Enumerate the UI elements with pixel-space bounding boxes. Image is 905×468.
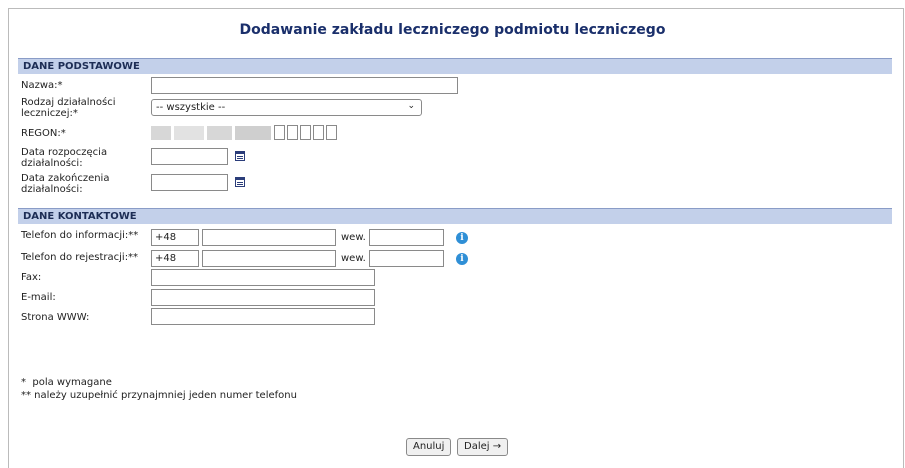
phone-required-note: ** należy uzupełnić przynajmniej jeden n… xyxy=(21,390,297,401)
activity-label-line1: Rodzaj działalności xyxy=(21,97,116,108)
end-date-label-line2: działalności: xyxy=(21,184,83,195)
calendar-icon[interactable] xyxy=(235,151,245,161)
activity-label-line2: leczniczej:* xyxy=(21,108,78,119)
regon-digit-input[interactable] xyxy=(300,125,311,140)
fax-input[interactable] xyxy=(151,269,375,286)
www-input[interactable] xyxy=(151,308,375,325)
fax-label: Fax: xyxy=(21,272,42,283)
phone-reg-prefix-input[interactable] xyxy=(151,250,199,267)
email-label: E-mail: xyxy=(21,292,56,303)
end-date-input[interactable] xyxy=(151,174,228,191)
phone-reg-ext-label: wew. xyxy=(341,253,366,264)
end-date-label-line1: Data zakończenia xyxy=(21,173,110,184)
regon-label: REGON:* xyxy=(21,128,66,139)
start-date-input[interactable] xyxy=(151,148,228,165)
activity-type-value: -- wszystkie -- xyxy=(156,102,226,113)
name-input[interactable] xyxy=(151,77,458,94)
section-contact-header: DANE KONTAKTOWE xyxy=(18,209,892,224)
phone-info-ext-input[interactable] xyxy=(369,229,444,246)
www-label: Strona WWW: xyxy=(21,312,90,323)
phone-reg-label: Telefon do rejestracji:** xyxy=(21,252,139,263)
name-label: Nazwa:* xyxy=(21,80,63,91)
phone-info-prefix-input[interactable] xyxy=(151,229,199,246)
regon-digit-input[interactable] xyxy=(313,125,324,140)
regon-digit-input[interactable] xyxy=(287,125,298,140)
phone-info-label: Telefon do informacji:** xyxy=(21,230,139,241)
regon-redacted xyxy=(235,126,271,140)
start-date-label-line2: działalności: xyxy=(21,158,83,169)
phone-reg-number-input[interactable] xyxy=(202,250,336,267)
phone-reg-ext-input[interactable] xyxy=(369,250,444,267)
regon-redacted xyxy=(151,126,171,140)
next-button[interactable]: Dalej → xyxy=(457,438,509,456)
phone-info-number-input[interactable] xyxy=(202,229,336,246)
end-date-label: Data zakończenia działalności: xyxy=(21,173,109,195)
chevron-down-icon: ⌄ xyxy=(407,101,415,111)
activity-type-select[interactable]: -- wszystkie -- ⌄ xyxy=(151,99,422,116)
section-basic-header: DANE PODSTAWOWE xyxy=(18,59,892,74)
start-date-label: Data rozpoczęcia działalności: xyxy=(21,147,107,169)
info-icon[interactable]: i xyxy=(456,232,468,244)
calendar-icon[interactable] xyxy=(235,177,245,187)
regon-digit-input[interactable] xyxy=(274,125,285,140)
phone-info-ext-label: wew. xyxy=(341,232,366,243)
cancel-button[interactable]: Anuluj xyxy=(406,438,452,456)
regon-redacted xyxy=(207,126,232,140)
info-icon[interactable]: i xyxy=(456,253,468,265)
required-fields-note: * pola wymagane xyxy=(21,377,112,388)
regon-redacted xyxy=(174,126,204,140)
regon-digit-input[interactable] xyxy=(326,125,337,140)
page-title: Dodawanie zakładu leczniczego podmiotu l… xyxy=(239,22,666,38)
start-date-label-line1: Data rozpoczęcia xyxy=(21,147,108,158)
email-input[interactable] xyxy=(151,289,375,306)
activity-label: Rodzaj działalności leczniczej:* xyxy=(21,97,116,119)
